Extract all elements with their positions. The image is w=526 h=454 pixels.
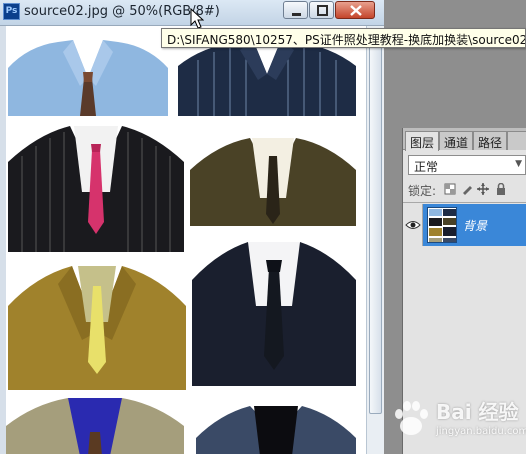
vertical-scrollbar[interactable] [366,26,384,454]
eye-icon [405,221,421,229]
layer-name: 背景 [463,219,488,233]
maximize-icon [317,5,328,16]
baidu-paw-logo [395,401,428,435]
watermark-brand: Bai 经验 [436,400,519,424]
tab-overflow[interactable] [507,131,526,150]
lock-position-icon[interactable] [477,183,489,195]
suit-grey-blue-turtleneck [196,406,356,454]
photoshop-screen: Ps source02.jpg @ 50%(RGB/8#) D:\SIFANG5… [0,0,526,454]
suit-olive-green [190,138,356,226]
mouse-cursor-icon [190,8,204,29]
maximize-button[interactable] [309,1,334,19]
tab-channels[interactable]: 通道 [439,131,474,150]
document-window[interactable]: Ps source02.jpg @ 50%(RGB/8#) [0,0,384,454]
layer-thumbnail-image [429,209,456,242]
workspace-background-gap [385,0,402,454]
image-canvas[interactable] [0,26,384,454]
suit-navy-striped-shirt [178,40,356,116]
panel-divider [403,202,526,203]
tab-paths[interactable]: 路径 [473,131,508,150]
chevron-down-icon: ▼ [515,159,522,169]
minimize-icon [292,13,301,16]
layer-visibility-toggle[interactable] [403,204,423,246]
blend-mode-value: 正常 [414,160,439,174]
blend-mode-select[interactable]: 正常 ▼ [408,155,526,175]
lock-label: 锁定: [408,184,437,198]
close-icon [350,5,362,16]
close-button[interactable] [335,1,375,19]
suit-dark-navy [192,242,356,386]
lock-pixels-icon[interactable] [461,183,473,195]
suit-light-blue-shirt [8,40,168,116]
minimize-button[interactable] [283,1,308,19]
lock-transparency-icon[interactable] [444,183,456,195]
scrollbar-thumb[interactable] [369,34,382,414]
workspace-background [385,0,526,128]
panel-tab-bar: 图层 通道 路径 [403,128,526,151]
suit-tan-blue-shirt [6,398,184,454]
suit-mustard-yellow [8,266,186,390]
baidu-jingyan-watermark: Bai 经验 jingyan.baidu.com [388,396,526,448]
layer-thumbnail [427,207,457,243]
tab-layers[interactable]: 图层 [405,131,440,151]
photoshop-app-icon: Ps [3,3,20,20]
watermark-url: jingyan.baidu.com [436,426,526,437]
file-path-tooltip: D:\SIFANG580\10257、PS证件照处理教程-换底加换装\sourc… [161,28,526,48]
layer-row-background[interactable]: 背景 [403,204,526,246]
suit-black-pinstripe [8,126,184,252]
lock-all-icon[interactable] [495,183,507,195]
